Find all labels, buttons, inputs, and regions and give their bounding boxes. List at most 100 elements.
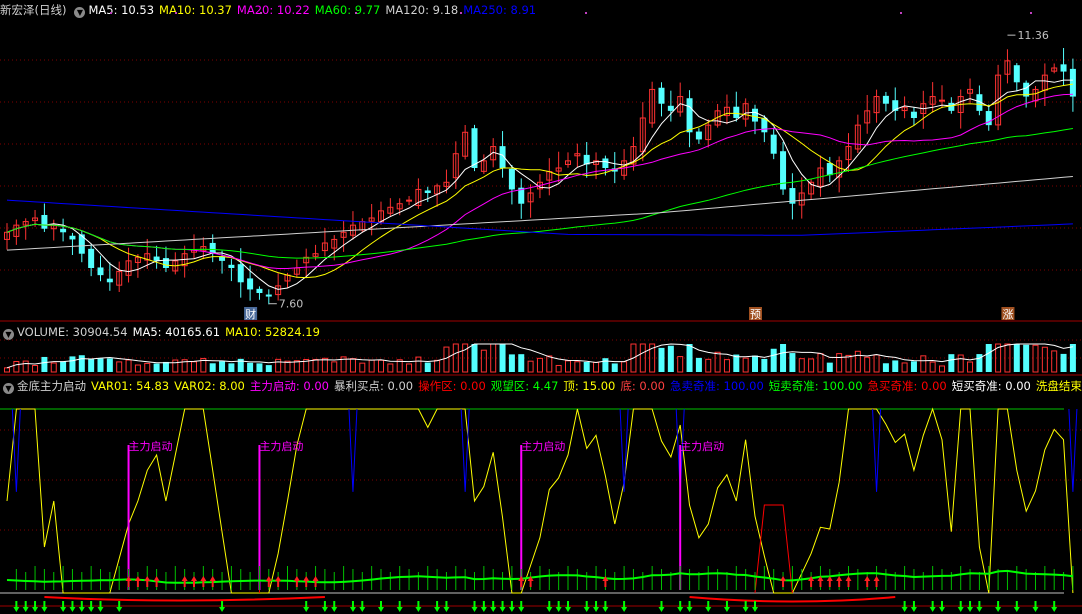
volume-bar bbox=[153, 363, 160, 372]
signal-dot bbox=[355, 12, 357, 14]
ma250-line bbox=[6, 199, 1073, 236]
volume-bar bbox=[714, 351, 721, 373]
volume-bar bbox=[434, 359, 441, 373]
volume-bar bbox=[1013, 344, 1020, 372]
volume-bar bbox=[864, 356, 871, 373]
signal-dot bbox=[110, 12, 112, 14]
volume-bar bbox=[789, 353, 796, 372]
volume-bar bbox=[705, 358, 712, 373]
volume-bar bbox=[480, 349, 487, 373]
volume-bar bbox=[929, 361, 936, 373]
stock-chart[interactable]: 财 预 涨 主力启动 主力启动 主力启动 主力启动 11.36 7.60 bbox=[0, 0, 1082, 614]
volume-bar bbox=[882, 363, 889, 372]
bottom-red-curve bbox=[44, 596, 896, 603]
volume-bar bbox=[555, 364, 562, 373]
volume-bar bbox=[1069, 344, 1076, 372]
candle-body bbox=[265, 294, 272, 297]
candle-body bbox=[97, 267, 104, 276]
volume-bar bbox=[69, 356, 76, 372]
signal-dot bbox=[260, 12, 262, 14]
buy-arrow bbox=[873, 576, 880, 587]
volume-bar bbox=[191, 361, 197, 373]
volume-bar bbox=[144, 362, 151, 373]
buy-arrow bbox=[780, 576, 787, 587]
volume-bar bbox=[854, 350, 861, 373]
candle-body bbox=[602, 158, 609, 168]
volume-bar bbox=[88, 358, 95, 372]
oscillator-line bbox=[6, 407, 1074, 594]
volume-bar bbox=[967, 361, 974, 373]
volume-bar bbox=[985, 344, 992, 372]
main-force-label: 主力启动 bbox=[680, 440, 724, 453]
volume-bar bbox=[162, 361, 169, 372]
volume-bar bbox=[593, 361, 600, 373]
candle-body bbox=[508, 168, 515, 190]
candle-body bbox=[658, 87, 665, 104]
main-force-label: 主力启动 bbox=[129, 440, 173, 453]
sell-signal-line bbox=[11, 408, 21, 492]
candle-body bbox=[41, 214, 48, 229]
buy-arrow bbox=[864, 576, 871, 587]
volume-bar bbox=[518, 354, 525, 372]
volume-bar bbox=[106, 358, 113, 372]
volume-bar bbox=[752, 355, 758, 372]
volume-bar bbox=[97, 358, 104, 372]
volume-bar bbox=[667, 345, 674, 372]
buy-arrow bbox=[181, 576, 188, 587]
candle-body bbox=[209, 242, 216, 254]
volume-bar bbox=[41, 356, 48, 372]
candle-body bbox=[882, 95, 889, 104]
volume-bar bbox=[60, 361, 67, 372]
volume-bar bbox=[387, 363, 394, 373]
buy-arrow bbox=[836, 576, 843, 587]
volume-bar bbox=[742, 357, 749, 373]
candle-body bbox=[88, 248, 95, 268]
volume-bar bbox=[602, 358, 609, 372]
volume-bar bbox=[1032, 344, 1039, 373]
volume-bar bbox=[499, 344, 506, 372]
volume-bar bbox=[275, 358, 282, 373]
volume-bar bbox=[172, 359, 179, 373]
volume-bar bbox=[723, 359, 730, 373]
candle-body bbox=[1060, 64, 1067, 72]
volume-bar bbox=[920, 355, 927, 373]
indicator-panel: 主力启动 主力启动 主力启动 主力启动 bbox=[6, 407, 1078, 612]
candle-body bbox=[60, 228, 67, 233]
event-tag: 预 bbox=[750, 308, 761, 321]
candle-body bbox=[733, 106, 740, 118]
volume-bar bbox=[32, 364, 39, 373]
volume-bar bbox=[695, 357, 702, 372]
volume-bar bbox=[134, 364, 141, 373]
sell-signal-line bbox=[872, 408, 882, 492]
volume-bar bbox=[892, 360, 899, 372]
volume-bar bbox=[247, 362, 254, 372]
volume-bar bbox=[1023, 344, 1030, 372]
volume-bar bbox=[443, 346, 450, 373]
candle-body bbox=[237, 264, 244, 283]
volume-bar bbox=[1060, 353, 1067, 372]
volume-bar bbox=[780, 344, 787, 372]
volume-bar bbox=[368, 359, 375, 373]
volume-bar bbox=[1004, 343, 1011, 373]
candle-body bbox=[247, 278, 254, 290]
volume-bar bbox=[565, 360, 571, 373]
volume-bar bbox=[321, 357, 328, 373]
volume-bar bbox=[349, 358, 356, 373]
candle-body bbox=[752, 108, 758, 122]
volume-bar bbox=[4, 367, 10, 373]
volume-bar bbox=[265, 365, 272, 372]
volume-bar bbox=[1041, 346, 1048, 373]
buy-arrow bbox=[191, 576, 197, 587]
event-tag: 涨 bbox=[1002, 308, 1013, 321]
volume-bar bbox=[583, 361, 590, 372]
candle-body bbox=[153, 256, 160, 261]
period-high-label: 11.36 bbox=[1017, 29, 1048, 42]
volume-bar bbox=[406, 363, 413, 373]
candle-body bbox=[910, 111, 917, 118]
candle-body bbox=[667, 105, 674, 111]
volume-bar bbox=[677, 356, 684, 373]
volume-bar bbox=[331, 361, 338, 373]
candle-body bbox=[424, 190, 431, 193]
candle-body bbox=[695, 131, 702, 140]
volume-bar bbox=[125, 359, 132, 373]
